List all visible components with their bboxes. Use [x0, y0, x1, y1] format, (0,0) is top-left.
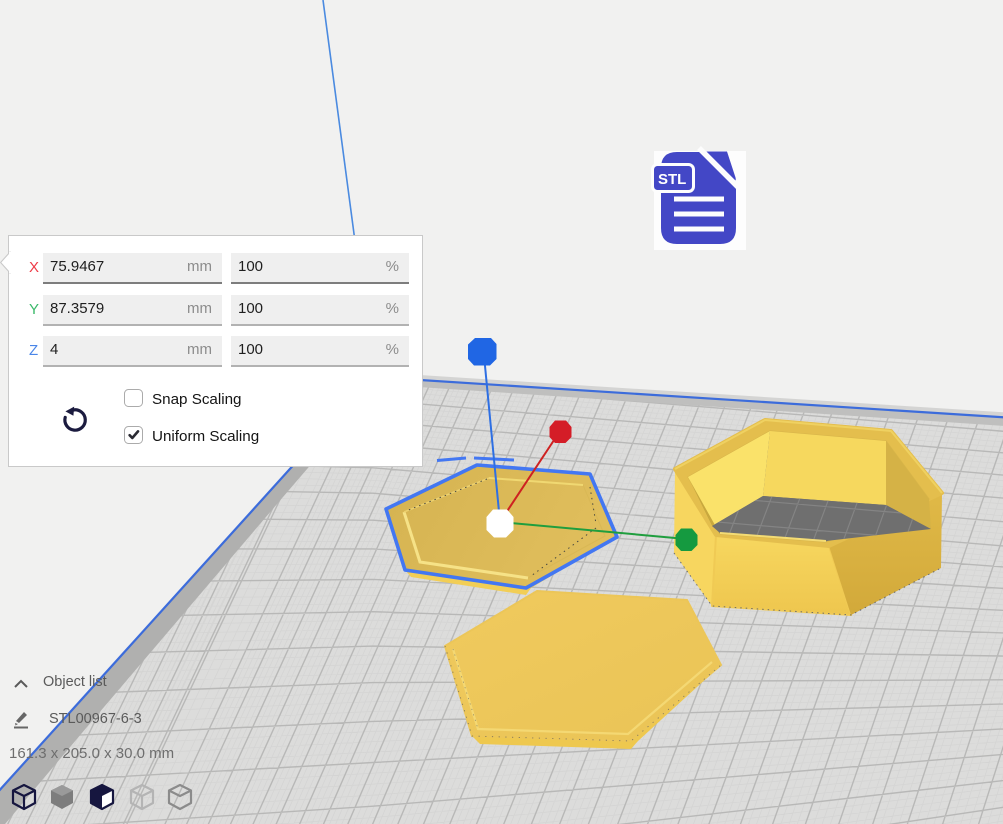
svg-text:STL: STL — [658, 171, 686, 188]
